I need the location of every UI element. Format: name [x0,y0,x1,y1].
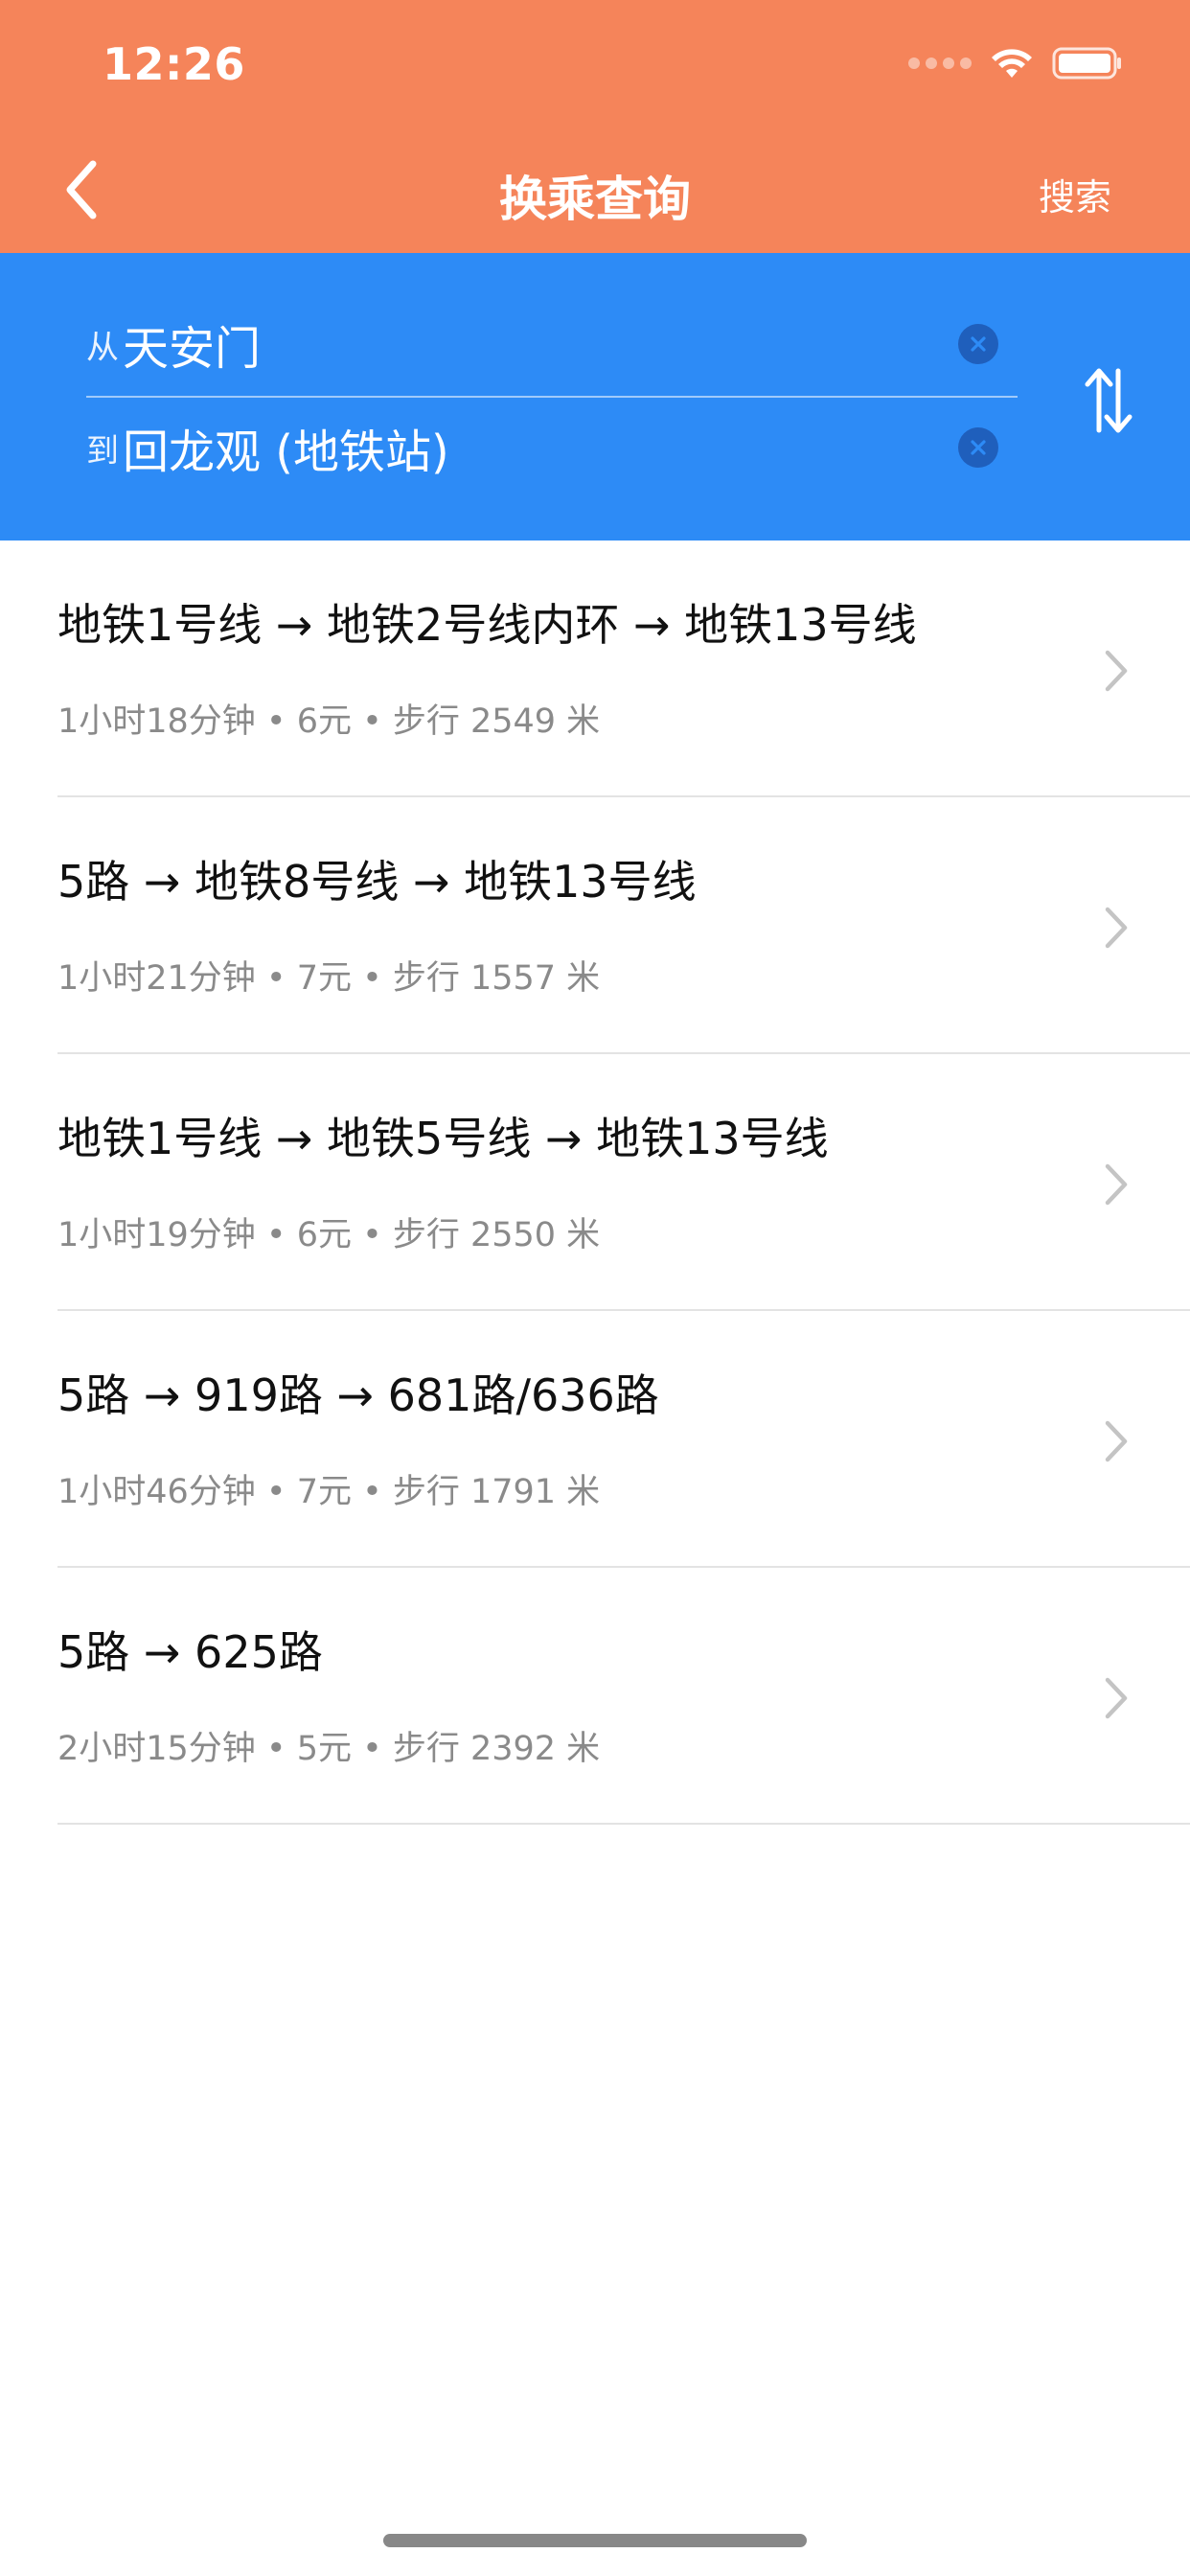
origin-prefix: 从 [86,328,119,367]
battery-icon [1052,47,1121,80]
destination-prefix: 到 [86,431,119,471]
origin-field[interactable]: 从 天安门 [86,292,1018,396]
route-item[interactable]: 5路 → 919路 → 681路/636路 1小时46分钟 • 7元 • 步行 … [0,1311,1190,1568]
status-indicators [908,46,1123,80]
route-meta: 2小时15分钟 • 5元 • 步行 2392 米 [57,1730,601,1768]
route-list: 地铁1号线 → 地铁2号线内环 → 地铁13号线 1小时18分钟 • 6元 • … [0,540,1190,1825]
route-title: 5路 → 919路 → 681路/636路 [57,1369,659,1421]
route-item[interactable]: 地铁1号线 → 地铁2号线内环 → 地铁13号线 1小时18分钟 • 6元 • … [0,540,1190,797]
swap-vertical-icon [1085,368,1133,433]
home-indicator[interactable] [383,2534,807,2547]
destination-input[interactable]: 回龙观 (地铁站) [123,414,889,481]
page-title: 换乘查询 [499,172,691,227]
route-title: 地铁1号线 → 地铁2号线内环 → 地铁13号线 [57,599,917,651]
app-header: 12:26 换乘查询 搜索 [0,0,1190,253]
route-item[interactable]: 5路 → 625路 2小时15分钟 • 5元 • 步行 2392 米 [0,1568,1190,1825]
route-meta: 1小时18分钟 • 6元 • 步行 2549 米 [57,702,601,741]
search-button[interactable]: 搜索 [1039,168,1111,220]
chevron-right-icon [1105,1677,1128,1719]
swap-button[interactable] [1075,362,1142,439]
signal-icon [908,58,972,69]
route-meta: 1小时21分钟 • 7元 • 步行 1557 米 [57,959,601,998]
route-title: 5路 → 625路 [57,1626,323,1678]
clear-circle-icon [971,336,986,352]
chevron-right-icon [1105,650,1128,692]
clear-destination-button[interactable] [958,427,998,468]
route-meta: 1小时19分钟 • 6元 • 步行 2550 米 [57,1216,601,1254]
route-title: 5路 → 地铁8号线 → 地铁13号线 [57,856,697,908]
route-item[interactable]: 5路 → 地铁8号线 → 地铁13号线 1小时21分钟 • 7元 • 步行 15… [0,797,1190,1054]
clear-circle-icon [971,440,986,455]
status-time: 12:26 [103,38,245,90]
destination-field[interactable]: 到 回龙观 (地铁站) [86,396,1018,499]
clear-origin-button[interactable] [958,324,998,364]
wifi-icon [992,49,1032,78]
route-meta: 1小时46分钟 • 7元 • 步行 1791 米 [57,1473,601,1511]
origin-input[interactable]: 天安门 [123,310,889,378]
chevron-right-icon [1105,1420,1128,1462]
route-item[interactable]: 地铁1号线 → 地铁5号线 → 地铁13号线 1小时19分钟 • 6元 • 步行… [0,1054,1190,1311]
chevron-right-icon [1105,1163,1128,1206]
row-divider [57,1823,1190,1825]
chevron-right-icon [1105,907,1128,949]
route-title: 地铁1号线 → 地铁5号线 → 地铁13号线 [57,1113,829,1164]
